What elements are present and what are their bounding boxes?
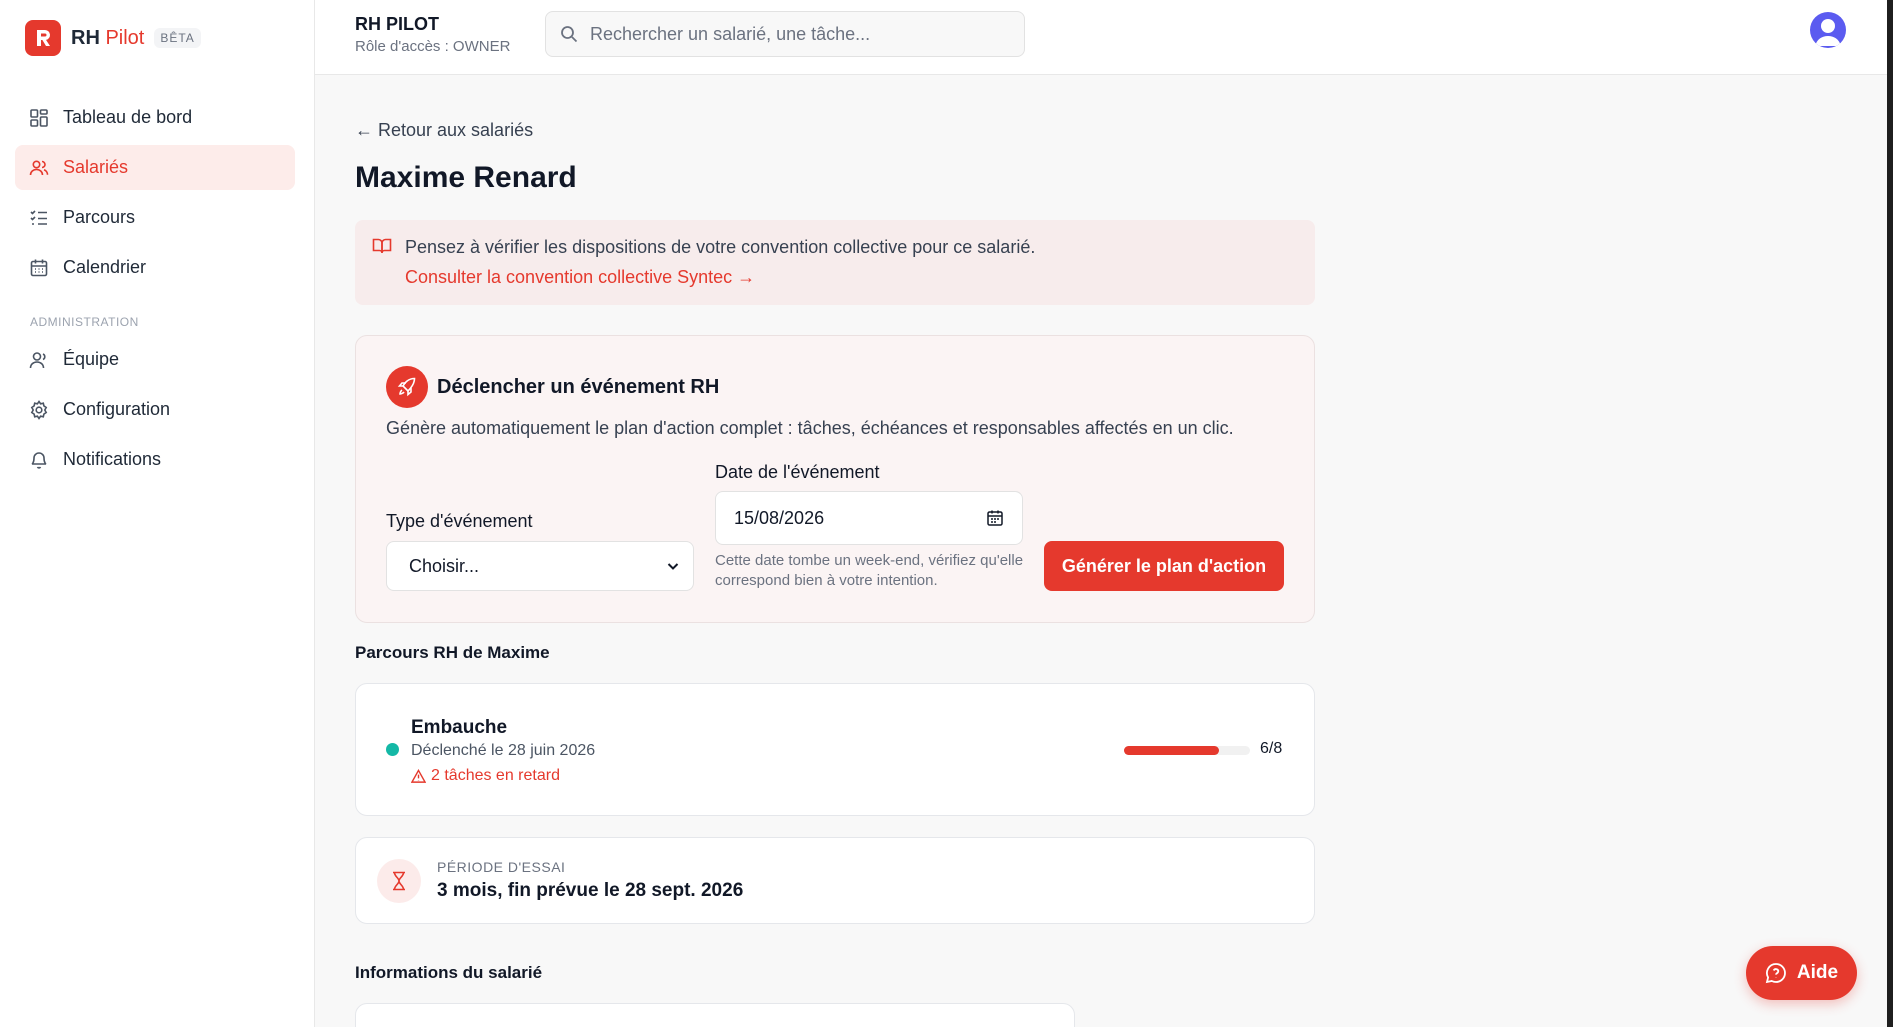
sidebar: RH Pilot BÊTA Tableau de bord Salariés P… xyxy=(0,0,315,1027)
sidebar-item-label: Calendrier xyxy=(63,257,147,277)
help-chat-icon xyxy=(1765,963,1786,984)
employee-info-card xyxy=(355,1003,1075,1027)
search-input[interactable] xyxy=(590,23,1010,45)
sidebar-item-label: Notifications xyxy=(63,449,162,469)
sidebar-item-label: Équipe xyxy=(63,349,120,369)
sidebar-item-dashboard[interactable]: Tableau de bord xyxy=(15,95,295,140)
admin-section-title: ADMINISTRATION xyxy=(30,315,139,329)
calendar-picker-icon[interactable] xyxy=(986,509,1004,527)
brand[interactable]: RH Pilot BÊTA xyxy=(25,20,201,56)
search-bar[interactable] xyxy=(545,11,1025,57)
sidebar-item-journeys[interactable]: Parcours xyxy=(15,195,295,240)
trial-period-card: PÉRIODE D'ESSAI 3 mois, fin prévue le 28… xyxy=(355,837,1315,924)
journey-progress-bar xyxy=(1124,746,1250,755)
checklist-icon xyxy=(30,209,47,225)
sidebar-nav: Tableau de bord Salariés Parcours Calend… xyxy=(15,95,295,487)
sidebar-item-team[interactable]: Équipe xyxy=(15,337,295,382)
window-scrollbar[interactable] xyxy=(1887,0,1893,1027)
event-type-label: Type d'événement xyxy=(386,511,533,531)
convention-notice: Pensez à vérifier les dispositions de vo… xyxy=(355,220,1315,305)
dashboard-icon xyxy=(30,108,48,127)
book-icon xyxy=(372,238,392,254)
back-to-employees-link[interactable]: ← Retour aux salariés xyxy=(355,120,533,141)
trial-period-value: 3 mois, fin prévue le 28 sept. 2026 xyxy=(437,880,744,901)
help-label: Aide xyxy=(1796,962,1839,983)
event-date-label: Date de l'événement xyxy=(715,462,880,482)
chevron-down-icon xyxy=(667,563,679,570)
sidebar-item-calendar[interactable]: Calendrier xyxy=(15,245,295,290)
sidebar-item-label: Parcours xyxy=(63,207,136,227)
event-date-value: 15/08/2026 xyxy=(734,507,825,528)
search-icon xyxy=(561,26,578,43)
late-tasks-warning: 2 tâches en retard xyxy=(411,767,560,785)
sidebar-item-label: Configuration xyxy=(63,399,171,419)
event-type-value: Choisir... xyxy=(409,555,480,576)
event-type-select[interactable]: Choisir... xyxy=(386,541,694,591)
user-icon xyxy=(29,351,46,368)
hr-event-card: Déclencher un événement RH Génère automa… xyxy=(355,335,1315,623)
gear-icon xyxy=(30,399,48,420)
avatar[interactable] xyxy=(1810,12,1846,48)
late-tasks-text: 2 tâches en retard xyxy=(431,767,560,784)
rocket-icon xyxy=(386,366,428,408)
page-title: Maxime Renard xyxy=(355,161,577,194)
event-description: Génère automatiquement le plan d'action … xyxy=(386,418,1234,438)
journey-date: Déclenché le 28 juin 2026 xyxy=(411,742,596,759)
status-dot xyxy=(386,743,399,756)
app-title: RH PILOT xyxy=(355,14,439,34)
sidebar-item-configuration[interactable]: Configuration xyxy=(15,387,295,432)
calendar-icon xyxy=(30,259,48,276)
journey-card[interactable]: Embauche Déclenché le 28 juin 2026 2 tâc… xyxy=(355,683,1315,816)
access-role: Rôle d'accès : OWNER xyxy=(355,38,511,55)
topbar: RH PILOT Rôle d'accès : OWNER xyxy=(315,0,1887,75)
sidebar-item-employees[interactable]: Salariés xyxy=(15,145,295,190)
notice-text: Pensez à vérifier les dispositions de vo… xyxy=(405,237,1036,257)
warning-icon xyxy=(411,768,426,783)
trial-period-label: PÉRIODE D'ESSAI xyxy=(437,859,566,875)
sidebar-item-label: Salariés xyxy=(63,157,129,177)
beta-badge: BÊTA xyxy=(154,28,201,48)
logo-icon xyxy=(25,20,61,56)
employee-info-title: Informations du salarié xyxy=(355,963,543,982)
users-icon xyxy=(29,159,49,175)
brand-name: RH Pilot xyxy=(71,26,145,49)
date-weekend-warning: Cette date tombe un week-end, vérifiez q… xyxy=(715,552,1024,589)
journey-progress-fill xyxy=(1124,746,1219,755)
bell-icon xyxy=(31,451,47,469)
sidebar-item-label: Tableau de bord xyxy=(63,107,193,127)
convention-link[interactable]: Consulter la convention collective Synte… xyxy=(405,267,755,288)
journey-progress-text: 6/8 xyxy=(1260,740,1283,757)
help-button[interactable]: Aide xyxy=(1746,946,1857,1000)
sidebar-item-notifications[interactable]: Notifications xyxy=(15,437,295,482)
hourglass-icon xyxy=(377,859,421,903)
event-date-input[interactable]: 15/08/2026 xyxy=(715,491,1023,545)
journeys-section-title: Parcours RH de Maxime xyxy=(355,643,550,662)
event-title: Déclencher un événement RH xyxy=(437,376,720,398)
journey-name: Embauche xyxy=(411,717,508,738)
generate-action-plan-button[interactable]: Générer le plan d'action xyxy=(1044,541,1284,591)
